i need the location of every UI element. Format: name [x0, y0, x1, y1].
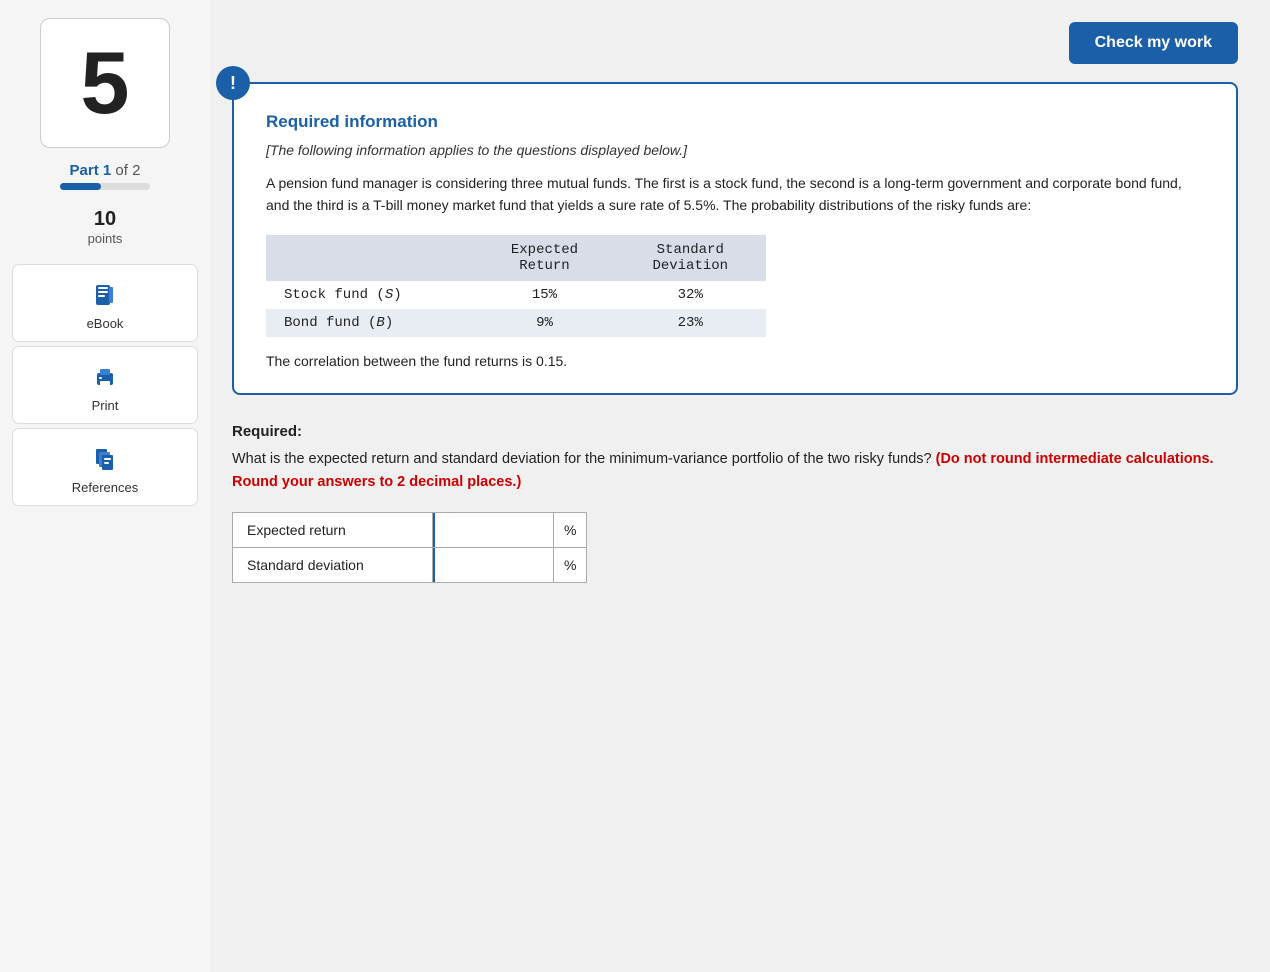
- std-dev-label: Standard deviation: [247, 557, 364, 573]
- required-text: What is the expected return and standard…: [232, 448, 1238, 494]
- bond-std-dev: 23%: [615, 309, 766, 337]
- bond-expected-return: 9%: [474, 309, 614, 337]
- sidebar: 5 Part 1 of 2 10 points: [0, 0, 210, 972]
- required-label: Required:: [232, 423, 1238, 440]
- print-label: Print: [92, 398, 119, 413]
- correlation-text: The correlation between the fund returns…: [266, 353, 1204, 369]
- std-dev-unit: %: [564, 557, 576, 573]
- progress-bar: [60, 183, 150, 190]
- answer-row-std-dev: Standard deviation %: [233, 548, 587, 583]
- table-col-stddev: StandardDeviation: [615, 235, 766, 281]
- table-row: Stock fund (S) 15% 32%: [266, 281, 766, 309]
- check-my-work-button[interactable]: Check my work: [1069, 22, 1238, 64]
- fund-table: ExpectedReturn StandardDeviation Stock f…: [266, 235, 766, 337]
- progress-bar-fill: [60, 183, 101, 190]
- fund-name-stock: Stock fund (S): [266, 281, 474, 309]
- ebook-label: eBook: [87, 316, 124, 331]
- sidebar-tools: eBook Print: [12, 264, 198, 510]
- answer-row-expected-return: Expected return %: [233, 513, 587, 548]
- sidebar-item-references[interactable]: References: [12, 428, 198, 506]
- table-row: Bond fund (B) 9% 23%: [266, 309, 766, 337]
- points-label: points: [88, 231, 123, 246]
- info-box-subtitle: [The following information applies to th…: [266, 142, 1204, 158]
- table-col-return: ExpectedReturn: [474, 235, 614, 281]
- ebook-icon: [89, 279, 121, 311]
- stock-expected-return: 15%: [474, 281, 614, 309]
- sidebar-item-print[interactable]: Print: [12, 346, 198, 424]
- info-box-body: A pension fund manager is considering th…: [266, 172, 1204, 217]
- points-number: 10: [88, 208, 123, 231]
- top-bar: Check my work: [232, 22, 1238, 64]
- main-content: Check my work ! Required information [Th…: [210, 0, 1270, 972]
- table-col-fund: [266, 235, 474, 281]
- info-box-title: Required information: [266, 112, 1204, 132]
- points-section: 10 points: [88, 208, 123, 246]
- expected-return-unit: %: [564, 522, 576, 538]
- references-label: References: [72, 480, 138, 495]
- info-box: ! Required information [The following in…: [232, 82, 1238, 395]
- references-icon: [89, 443, 121, 475]
- fund-name-bond: Bond fund (B): [266, 309, 474, 337]
- sidebar-item-ebook[interactable]: eBook: [12, 264, 198, 342]
- answer-table: Expected return % Standard deviation: [232, 512, 587, 583]
- std-dev-input[interactable]: [433, 548, 553, 582]
- expected-return-input[interactable]: [433, 513, 553, 547]
- print-icon: [89, 361, 121, 393]
- question-number-box: 5: [40, 18, 170, 148]
- part-label: Part 1 of 2: [70, 162, 141, 179]
- info-icon: !: [216, 66, 250, 100]
- expected-return-label: Expected return: [247, 522, 346, 538]
- question-number: 5: [81, 39, 130, 127]
- required-section: Required: What is the expected return an…: [232, 423, 1238, 583]
- stock-std-dev: 32%: [615, 281, 766, 309]
